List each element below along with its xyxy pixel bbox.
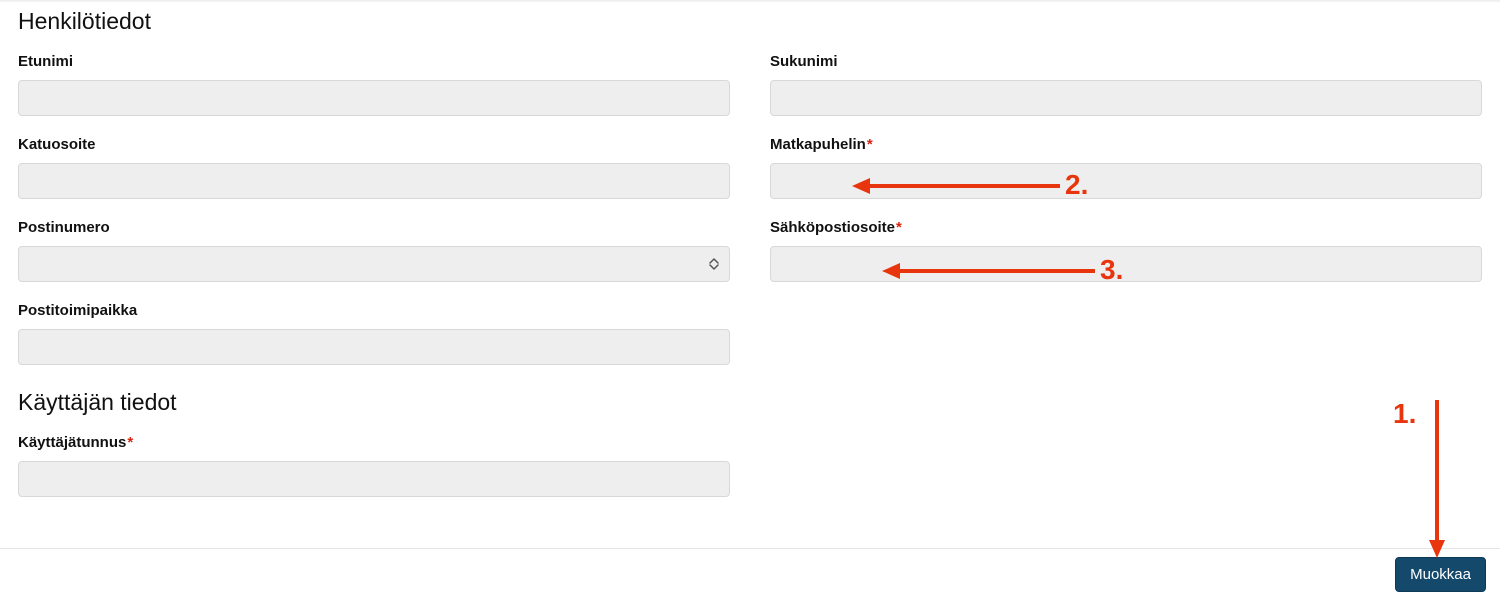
top-shadow	[0, 0, 1500, 3]
label-postalcode-text: Postinumero	[18, 219, 110, 236]
row-5: Käyttäjätunnus*	[18, 434, 1482, 517]
row-4: Postitoimipaikka	[18, 302, 1482, 385]
label-street: Katuosoite	[18, 136, 730, 153]
label-mobile-text: Matkapuhelin	[770, 136, 866, 153]
field-firstname: Etunimi	[18, 53, 730, 116]
label-lastname: Sukunimi	[770, 53, 1482, 70]
field-lastname: Sukunimi	[770, 53, 1482, 116]
label-username-text: Käyttäjätunnus	[18, 434, 126, 451]
required-asterisk-icon: *	[127, 434, 133, 451]
label-firstname: Etunimi	[18, 53, 730, 70]
section-title-user: Käyttäjän tiedot	[18, 389, 1482, 416]
col-left: Etunimi	[18, 53, 730, 136]
field-street: Katuosoite	[18, 136, 730, 199]
select-wrap-postalcode	[18, 246, 730, 282]
field-mobile: Matkapuhelin*	[770, 136, 1482, 199]
label-street-text: Katuosoite	[18, 136, 96, 153]
select-postalcode[interactable]	[18, 246, 730, 282]
label-firstname-text: Etunimi	[18, 53, 73, 70]
col-right-2: Matkapuhelin*	[770, 136, 1482, 219]
input-lastname[interactable]	[770, 80, 1482, 116]
label-mobile: Matkapuhelin*	[770, 136, 1482, 153]
row-3: Postinumero Sähköpostiosoite*	[18, 219, 1482, 302]
input-firstname[interactable]	[18, 80, 730, 116]
label-city-text: Postitoimipaikka	[18, 302, 137, 319]
row-2: Katuosoite Matkapuhelin*	[18, 136, 1482, 219]
label-city: Postitoimipaikka	[18, 302, 730, 319]
required-asterisk-icon: *	[867, 136, 873, 153]
label-postalcode: Postinumero	[18, 219, 730, 236]
section-title-personal: Henkilötiedot	[18, 8, 1482, 35]
col-left-3: Postinumero	[18, 219, 730, 302]
col-right-4-empty	[770, 302, 1482, 385]
label-lastname-text: Sukunimi	[770, 53, 838, 70]
input-mobile[interactable]	[770, 163, 1482, 199]
col-left-4: Postitoimipaikka	[18, 302, 730, 385]
row-1: Etunimi Sukunimi	[18, 53, 1482, 136]
col-right: Sukunimi	[770, 53, 1482, 136]
footer-bar: Muokkaa	[0, 548, 1500, 600]
col-right-5-empty	[770, 434, 1482, 517]
field-email: Sähköpostiosoite*	[770, 219, 1482, 282]
label-email-text: Sähköpostiosoite	[770, 219, 895, 236]
edit-button[interactable]: Muokkaa	[1395, 557, 1486, 592]
input-username[interactable]	[18, 461, 730, 497]
input-street[interactable]	[18, 163, 730, 199]
label-username: Käyttäjätunnus*	[18, 434, 730, 451]
field-city: Postitoimipaikka	[18, 302, 730, 365]
field-username: Käyttäjätunnus*	[18, 434, 730, 497]
input-email[interactable]	[770, 246, 1482, 282]
input-city[interactable]	[18, 329, 730, 365]
required-asterisk-icon: *	[896, 219, 902, 236]
col-left-2: Katuosoite	[18, 136, 730, 219]
field-postalcode: Postinumero	[18, 219, 730, 282]
col-right-3: Sähköpostiosoite*	[770, 219, 1482, 302]
label-email: Sähköpostiosoite*	[770, 219, 1482, 236]
form-container: Henkilötiedot Etunimi Sukunimi Katuosoit…	[0, 0, 1500, 517]
col-left-5: Käyttäjätunnus*	[18, 434, 730, 517]
